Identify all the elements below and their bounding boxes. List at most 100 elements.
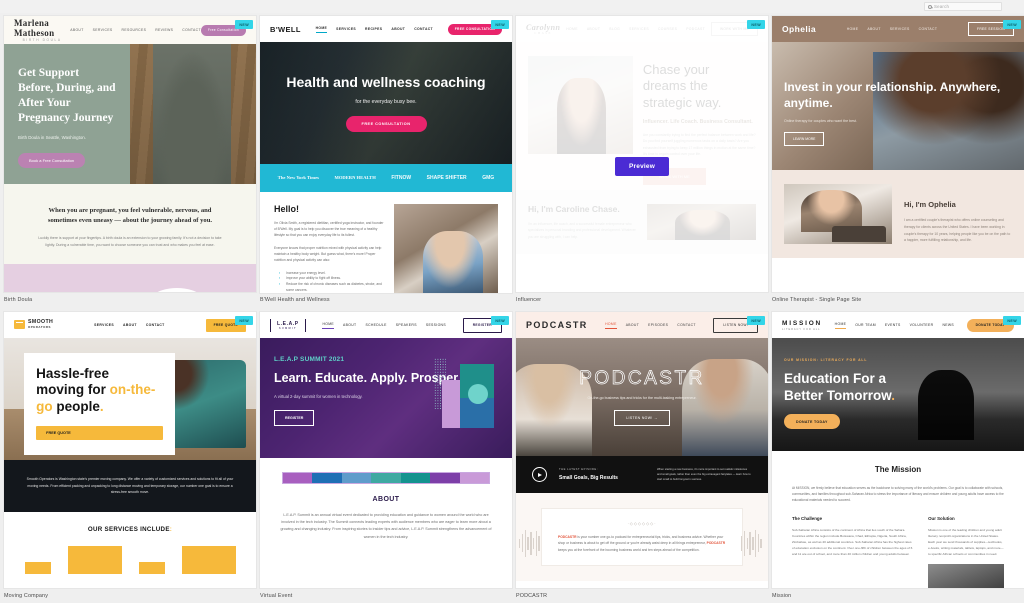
- nav-link[interactable]: SPEAKERS: [396, 323, 417, 327]
- nav-link[interactable]: EPISODES: [648, 323, 668, 327]
- nav-link[interactable]: NEWS: [942, 323, 954, 327]
- new-badge: NEW: [1003, 20, 1021, 29]
- template-card-birth-doula[interactable]: NEW Marlena Matheson BIRTH DOULA ABOUT S…: [4, 16, 256, 308]
- intro-band: Smooth Operators is Washington state's p…: [4, 460, 256, 512]
- template-thumbnail[interactable]: NEW MISSION LITERACY FOR ALL HOME OUR TE…: [772, 312, 1024, 589]
- nav-link[interactable]: CONTACT: [919, 27, 938, 31]
- hero-subtitle: Online therapy for couples who want the …: [784, 119, 857, 124]
- template-thumbnail[interactable]: NEW Ophelia HOME ABOUT SERVICES CONTACT …: [772, 16, 1024, 292]
- intro-section: When you are pregnant, you feel vulnerab…: [4, 184, 256, 264]
- new-badge: NEW: [747, 316, 765, 325]
- nav-link[interactable]: ABOUT: [867, 27, 880, 31]
- color-bar: [282, 472, 490, 484]
- template-card-influencer[interactable]: NEW Preview Carolynn CHASE HOME ABOUT BL…: [516, 16, 768, 308]
- template-card-bwell[interactable]: NEW B'WELL HOME SERVICES RECIPES ABOUT C…: [260, 16, 512, 308]
- nav-link[interactable]: SERVICES: [94, 323, 114, 327]
- template-card-virtual-event[interactable]: NEW L.E.A.P SUMMIT HOME ABOUT SCHEDULE S…: [260, 312, 512, 603]
- new-badge: NEW: [491, 20, 509, 29]
- hero-text-panel: Hassle-free moving for on-the-go people. …: [24, 352, 176, 456]
- hero-cta-button[interactable]: LEARN MORE: [784, 132, 825, 147]
- nav-link[interactable]: ABOUT: [123, 323, 137, 327]
- nav-link[interactable]: CONTACT: [414, 27, 433, 31]
- template-thumbnail[interactable]: NEW SMOOTH OPERATORS SERVICES ABOUT CONTA…: [4, 312, 256, 588]
- hero-subtitle: for the everyday busy bee.: [355, 98, 417, 105]
- nav-link[interactable]: SESSIONS: [426, 323, 446, 327]
- template-thumbnail[interactable]: NEW PODCASTR HOME ABOUT EPISODES CONTACT…: [516, 312, 768, 588]
- template-card-mission[interactable]: NEW MISSION LITERACY FOR ALL HOME OUR TE…: [772, 312, 1024, 603]
- template-thumbnail[interactable]: NEW B'WELL HOME SERVICES RECIPES ABOUT C…: [260, 16, 512, 293]
- section-heading: Hi, I'm Ophelia: [904, 200, 956, 209]
- waveform-icon: [741, 528, 765, 558]
- nav-link[interactable]: CONTACT: [677, 323, 696, 327]
- press-logo: MODERN HEALTH: [334, 174, 376, 180]
- template-card-podcastr[interactable]: NEW PODCASTR HOME ABOUT EPISODES CONTACT…: [516, 312, 768, 603]
- nav-link[interactable]: ABOUT: [343, 323, 356, 327]
- nav-link[interactable]: REVIEWS: [155, 28, 173, 32]
- card-label: Online Therapist - Single Page Site: [772, 297, 862, 303]
- nav-link[interactable]: HOME: [605, 322, 617, 329]
- site-navbar: L.E.A.P SUMMIT HOME ABOUT SCHEDULE SPEAK…: [260, 312, 512, 338]
- template-gallery-grid: NEW Marlena Matheson BIRTH DOULA ABOUT S…: [0, 13, 1024, 603]
- nav-link[interactable]: SCHEDULE: [365, 323, 386, 327]
- nav-link[interactable]: VOLUNTEER: [910, 323, 934, 327]
- template-card-moving-company[interactable]: NEW SMOOTH OPERATORS SERVICES ABOUT CONTA…: [4, 312, 256, 603]
- section-body: PODCASTR is your number one go-to podcas…: [558, 535, 726, 552]
- column-heading: Our Solution: [928, 515, 955, 521]
- nav-link[interactable]: RESOURCES: [122, 28, 147, 32]
- episode-title: Small Goals, Big Results: [559, 475, 618, 481]
- hero-subtitle: Birth Doula in Seattle, Washington.: [18, 134, 86, 140]
- nav-link[interactable]: HOME: [322, 322, 335, 329]
- nav-link[interactable]: ABOUT: [70, 28, 83, 32]
- template-thumbnail[interactable]: NEW Preview Carolynn CHASE HOME ABOUT BL…: [516, 16, 768, 292]
- hero-cta-button[interactable]: DONATE TODAY: [784, 414, 840, 429]
- column-body: Sub-Saharan Africa consists of the conti…: [792, 527, 913, 556]
- template-card-ophelia[interactable]: NEW Ophelia HOME ABOUT SERVICES CONTACT …: [772, 16, 1024, 308]
- services-section: OUR SERVICES INCLUDE:: [4, 511, 256, 574]
- hero-cta-button[interactable]: FREE CONSULTATION: [345, 115, 427, 132]
- nav-link[interactable]: ABOUT: [626, 323, 639, 327]
- divider-ornament: ·◇◇◇◇◇◇·: [627, 521, 657, 526]
- hero-section: Health and wellness coaching for the eve…: [260, 42, 512, 164]
- nav-link[interactable]: CONTACT: [182, 28, 201, 32]
- nav-link[interactable]: SERVICES: [336, 27, 356, 31]
- nav-link[interactable]: CONTACT: [146, 323, 165, 327]
- nav-link[interactable]: SERVICES: [93, 28, 113, 32]
- nav-link[interactable]: HOME: [315, 26, 328, 33]
- about-section: Hi, I'm Ophelia I am a certified couple'…: [772, 170, 1024, 259]
- hero-graphic: [434, 358, 496, 428]
- card-label: Virtual Event: [260, 593, 293, 599]
- hero-subtitle: On-the-go business tips and tricks for t…: [587, 396, 697, 400]
- nav-link[interactable]: ABOUT: [391, 27, 405, 31]
- list-item: Reduce the risk of chronic diseases such…: [279, 282, 384, 292]
- solution-column: Our Solution Mission is one of the leadi…: [928, 515, 1004, 589]
- nav-link[interactable]: RECIPES: [365, 27, 382, 31]
- decorative-band: [4, 263, 256, 293]
- nav-link[interactable]: SERVICES: [890, 27, 910, 31]
- hero-section: Get Support Before, During, and After Yo…: [4, 44, 256, 184]
- card-label: Moving Company: [4, 593, 49, 599]
- hero-title: PODCASTR: [579, 368, 705, 390]
- hero-cta-button[interactable]: Book a Free Consultation: [18, 152, 86, 168]
- nav-link[interactable]: OUR TEAM: [855, 323, 876, 327]
- site-navbar: B'WELL HOME SERVICES RECIPES ABOUT CONTA…: [260, 16, 512, 42]
- new-badge: NEW: [235, 20, 253, 29]
- preview-button[interactable]: Preview: [615, 156, 669, 176]
- play-icon[interactable]: [532, 467, 547, 482]
- nav-link[interactable]: HOME: [834, 322, 847, 329]
- section-body: Everyone knows that proper nutrition mix…: [274, 245, 382, 262]
- hero-section: Hassle-free moving for on-the-go people. …: [4, 338, 256, 460]
- search-input[interactable]: Search: [924, 2, 1002, 11]
- hero-cta-button[interactable]: FREE QUOTE: [36, 426, 164, 441]
- episode-eyebrow: THE LATEST EPISODE:: [559, 468, 598, 471]
- about-section: Hello! I'm Olivia Smith, a registered di…: [260, 192, 512, 293]
- top-toolbar: Search: [0, 0, 1024, 13]
- hero-section: PODCASTR On-the-go business tips and tri…: [516, 338, 768, 456]
- nav-link[interactable]: HOME: [847, 27, 859, 31]
- hero-cta-button[interactable]: LISTEN NOW! →: [614, 410, 670, 426]
- service-tile: [181, 545, 236, 574]
- template-thumbnail[interactable]: NEW L.E.A.P SUMMIT HOME ABOUT SCHEDULE S…: [260, 312, 512, 588]
- new-badge: NEW: [491, 316, 509, 325]
- template-thumbnail[interactable]: NEW Marlena Matheson BIRTH DOULA ABOUT S…: [4, 16, 256, 293]
- hero-cta-button[interactable]: REGISTER: [274, 409, 315, 426]
- nav-link[interactable]: EVENTS: [885, 323, 901, 327]
